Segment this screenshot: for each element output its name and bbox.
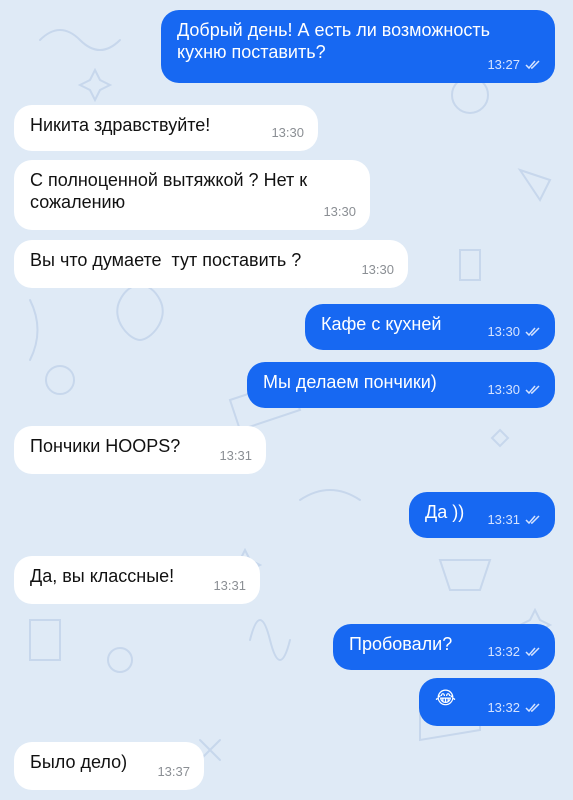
message-text: Да )) [425, 502, 465, 522]
double-check-icon [525, 703, 540, 713]
message-emoji: 😂 [435, 688, 457, 708]
message-time: 13:30 [487, 324, 520, 339]
message-bubble-incoming[interactable]: С полноценной вытяжкой ? Нет к сожалению… [14, 160, 370, 230]
message-meta: 13:27 [487, 54, 541, 76]
message-meta: 13:31 [213, 575, 246, 597]
message-text: Да, вы классные! [30, 566, 175, 586]
message-text: Никита здравствуйте! [30, 115, 211, 135]
message-meta: 13:30 [361, 259, 394, 281]
message-text: Пончики HOOPS? [30, 436, 181, 456]
message-time: 13:30 [487, 382, 520, 397]
message-bubble-outgoing[interactable]: Мы делаем пончики) 13:30 [247, 362, 555, 408]
message-meta: 13:30 [271, 122, 304, 144]
message-meta: 13:31 [219, 445, 252, 467]
message-bubble-incoming[interactable]: Пончики HOOPS? 13:31 [14, 426, 266, 474]
message-time: 13:31 [213, 578, 246, 593]
message-meta: 13:37 [157, 761, 190, 783]
double-check-icon [525, 60, 540, 70]
double-check-icon [525, 385, 540, 395]
message-bubble-incoming[interactable]: Вы что думаете тут поставить ? 13:30 [14, 240, 408, 288]
double-check-icon [525, 647, 540, 657]
message-meta: 13:30 [487, 321, 541, 343]
message-bubble-incoming[interactable]: Да, вы классные! 13:31 [14, 556, 260, 604]
message-bubble-outgoing[interactable]: Кафе с кухней 13:30 [305, 304, 555, 350]
message-meta: 13:30 [323, 201, 356, 223]
message-time: 13:31 [487, 512, 520, 527]
message-bubble-outgoing[interactable]: Добрый день! А есть ли возможность кухню… [161, 10, 555, 83]
message-time: 13:32 [487, 644, 520, 659]
message-time: 13:32 [487, 700, 520, 715]
message-time: 13:27 [487, 57, 520, 72]
message-text: Пробовали? [349, 634, 453, 654]
message-meta: 13:32 [487, 641, 541, 663]
message-time: 13:30 [271, 125, 304, 140]
message-text: Мы делаем пончики) [263, 372, 437, 392]
message-text: Кафе с кухней [321, 314, 442, 334]
message-time: 13:31 [219, 448, 252, 463]
message-text: Добрый день! А есть ли возможность кухню… [177, 20, 490, 62]
double-check-icon [525, 327, 540, 337]
message-meta: 13:32 [487, 697, 541, 719]
message-text: С полноценной вытяжкой ? Нет к сожалению [30, 170, 308, 212]
double-check-icon [525, 515, 540, 525]
message-time: 13:30 [361, 262, 394, 277]
message-time: 13:30 [323, 204, 356, 219]
message-text: Вы что думаете тут поставить ? [30, 250, 302, 270]
message-bubble-incoming[interactable]: Никита здравствуйте! 13:30 [14, 105, 318, 151]
message-bubble-incoming[interactable]: Было дело) 13:37 [14, 742, 204, 790]
message-time: 13:37 [157, 764, 190, 779]
message-bubble-outgoing[interactable]: 😂 13:32 [419, 678, 555, 726]
message-bubble-outgoing[interactable]: Пробовали? 13:32 [333, 624, 555, 670]
message-text: Было дело) [30, 752, 128, 772]
message-meta: 13:30 [487, 379, 541, 401]
message-bubble-outgoing[interactable]: Да )) 13:31 [409, 492, 555, 538]
message-meta: 13:31 [487, 509, 541, 531]
